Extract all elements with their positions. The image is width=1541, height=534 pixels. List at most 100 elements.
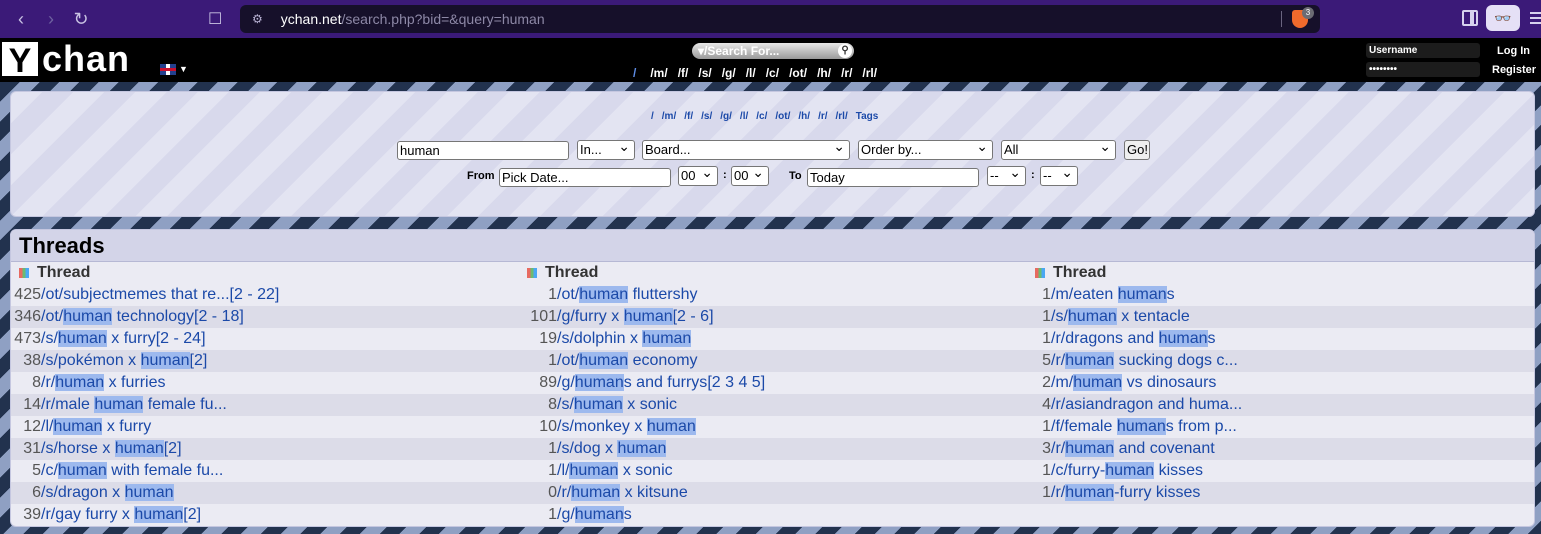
board-link[interactable]: /m/ [662, 111, 676, 122]
from-min-select[interactable]: 00 [731, 166, 769, 186]
bookmark-icon[interactable]: ☐ [208, 9, 222, 29]
board-link[interactable]: /s/ [698, 66, 711, 80]
thread-link[interactable]: /c/furry-human kisses [1051, 462, 1203, 480]
order-select[interactable]: Order by... [858, 140, 993, 160]
board-link[interactable]: /c/ [756, 111, 767, 122]
page-links[interactable]: [2 - 24] [156, 330, 206, 348]
thread-link[interactable]: /s/human x tentacle [1051, 308, 1190, 326]
column-header[interactable]: Thread [1027, 262, 1534, 284]
reply-count: 8 [548, 396, 557, 413]
board-link[interactable]: /r/ [841, 66, 852, 80]
thread-link[interactable]: /s/pokémon x human [41, 352, 190, 370]
thread-link[interactable]: /ot/human technology [41, 308, 194, 326]
board-link[interactable]: /g/ [722, 66, 736, 80]
board-link[interactable]: / [651, 111, 654, 122]
thread-link[interactable]: /ot/human fluttershy [557, 286, 698, 304]
address-bar[interactable]: ⚙ ychan.net/search.php?bid=&query=human … [240, 5, 1320, 33]
board-link[interactable]: Tags [856, 111, 879, 122]
page-links[interactable]: [2 - 22] [230, 286, 280, 304]
chevron-down-icon[interactable]: ▼ [179, 64, 188, 74]
from-date-input[interactable]: Pick Date... [499, 168, 671, 187]
thread-link[interactable]: /m/human vs dinosaurs [1051, 374, 1216, 392]
thread-link[interactable]: /g/humans [557, 506, 632, 524]
board-link[interactable]: / [633, 66, 636, 80]
go-button[interactable]: Go! [1124, 140, 1150, 160]
thread-link[interactable]: /s/monkey x human [557, 418, 696, 436]
reply-count: 12 [23, 418, 41, 435]
search-icon[interactable]: ⚲ [838, 44, 852, 58]
thread-link[interactable]: /s/dragon x human [41, 484, 174, 502]
board-link[interactable]: /c/ [766, 66, 779, 80]
threads-header [11, 230, 1534, 262]
thread-link[interactable]: /ot/subjectmemes that re... [41, 286, 230, 304]
search-for-box[interactable]: ▾/Search For... ⚲ [692, 43, 854, 59]
board-link[interactable]: /rl/ [862, 66, 877, 80]
page-links[interactable]: [2 3 4 5] [707, 374, 765, 392]
board-link[interactable]: /h/ [798, 111, 810, 122]
forward-icon[interactable]: › [36, 4, 66, 34]
page-links[interactable]: [2] [183, 506, 201, 524]
board-link[interactable]: /h/ [817, 66, 831, 80]
thread-link[interactable]: /s/human x furry [41, 330, 156, 348]
column-header[interactable]: Thread [11, 262, 519, 284]
thread-link[interactable]: /r/male human female fu... [41, 396, 227, 414]
column-header[interactable]: Thread [519, 262, 1027, 284]
thread-link[interactable]: /r/human and covenant [1051, 440, 1215, 458]
reload-icon[interactable]: ↻ [66, 4, 96, 34]
thread-link[interactable]: /r/gay furry x human [41, 506, 184, 524]
to-hour-select[interactable]: -- [987, 166, 1026, 186]
menu-icon[interactable] [1530, 12, 1541, 24]
page-links[interactable]: [2] [190, 352, 208, 370]
page-links[interactable]: [2] [164, 440, 182, 458]
board-link[interactable]: /l/ [740, 111, 748, 122]
board-link[interactable]: /l/ [746, 66, 756, 80]
private-profile-icon[interactable]: 👓 [1486, 5, 1520, 31]
board-link[interactable]: /g/ [720, 111, 732, 122]
thread-link[interactable]: /f/female humans from p... [1051, 418, 1237, 436]
board-link[interactable]: /s/ [701, 111, 712, 122]
board-link[interactable]: /r/ [818, 111, 827, 122]
board-link[interactable]: /f/ [678, 66, 689, 80]
username-field[interactable]: Username [1366, 43, 1480, 58]
board-link[interactable]: /m/ [650, 66, 667, 80]
to-min-select[interactable]: -- [1040, 166, 1078, 186]
thread-link[interactable]: /l/human x sonic [557, 462, 673, 480]
thread-link[interactable]: /ot/human economy [557, 352, 698, 370]
board-link[interactable]: /f/ [684, 111, 693, 122]
thread-link[interactable]: /s/human x sonic [557, 396, 677, 414]
thread-link[interactable]: /r/asiandragon and huma... [1051, 396, 1242, 414]
thread-link[interactable]: /l/human x furry [41, 418, 151, 436]
board-link[interactable]: /ot/ [775, 111, 790, 122]
board-link[interactable]: /rl/ [836, 111, 848, 122]
thread-link[interactable]: /r/human x furries [41, 374, 165, 392]
thread-link[interactable]: /s/dog x human [557, 440, 667, 458]
board-link[interactable]: /ot/ [789, 66, 807, 80]
scope-select[interactable]: All [1001, 140, 1116, 160]
sidebar-toggle-icon[interactable] [1462, 10, 1478, 26]
thread-title-pre: /r/gay furry x [41, 506, 135, 523]
login-link[interactable]: Log In [1497, 45, 1530, 57]
thread-link[interactable]: /s/dolphin x human [557, 330, 692, 348]
thread-link[interactable]: /r/human sucking dogs c... [1051, 352, 1238, 370]
register-link[interactable]: Register [1492, 64, 1536, 76]
ychan-logo[interactable]: Y chan [0, 40, 130, 78]
thread-link[interactable]: /g/furry x human [557, 308, 673, 326]
thread-link[interactable]: /m/eaten humans [1051, 286, 1175, 304]
query-input[interactable]: human [397, 141, 569, 160]
in-select[interactable]: In... [577, 140, 635, 160]
back-icon[interactable]: ‹ [6, 4, 36, 34]
thread-link[interactable]: /r/human-furry kisses [1051, 484, 1200, 502]
thread-link[interactable]: /r/dragons and humans [1051, 330, 1216, 348]
site-info-icon[interactable]: ⚙ [252, 12, 263, 26]
from-hour-select[interactable]: 00 [678, 166, 718, 186]
board-select[interactable]: Board... [642, 140, 850, 160]
password-field[interactable]: •••••••• [1366, 62, 1480, 77]
page-links[interactable]: [2 - 18] [194, 308, 244, 326]
thread-link[interactable]: /r/human x kitsune [557, 484, 688, 502]
thread-link[interactable]: /s/horse x human [41, 440, 164, 458]
thread-link[interactable]: /g/humans and furrys [557, 374, 707, 392]
thread-link[interactable]: /c/human with female fu... [41, 462, 223, 480]
page-links[interactable]: [2 - 6] [673, 308, 714, 326]
uk-flag-icon[interactable] [160, 64, 176, 75]
to-date-input[interactable]: Today [807, 168, 979, 187]
